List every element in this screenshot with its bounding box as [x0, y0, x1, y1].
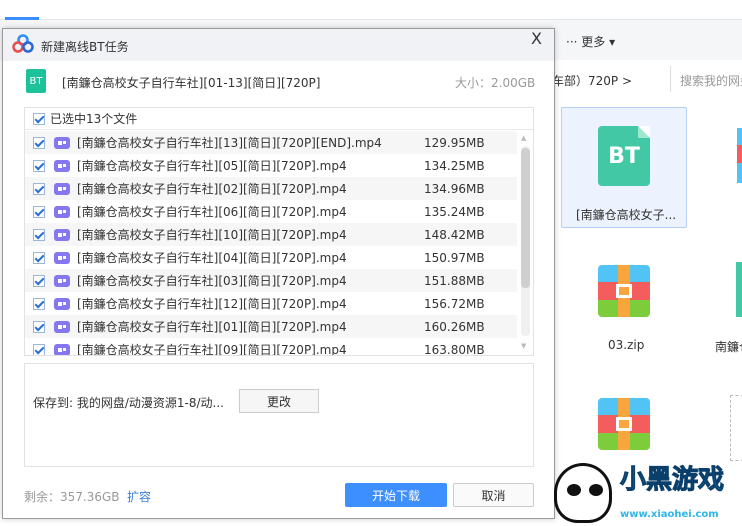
- file-size: 148.42MB: [424, 227, 485, 242]
- torrent-name: [南鐮仓高校女子自行车社][01-13][简日][720P]: [62, 76, 321, 90]
- selected-count: 已选中13个文件: [50, 112, 138, 126]
- file-rows: [南鐮仓高校女子自行车社][13][简日][720P][END].mp4 129…: [25, 131, 517, 356]
- file-checkbox[interactable]: [33, 182, 45, 195]
- file-size: 129.95MB: [424, 135, 485, 150]
- video-file-icon: [54, 251, 70, 264]
- video-file-icon: [54, 228, 70, 241]
- file-list: 已选中13个文件 [南鐮仓高校女子自行车社][13][简日][720P][END…: [24, 107, 534, 356]
- baidu-netdisk-logo-icon: [12, 34, 34, 53]
- file-row[interactable]: [南鐮仓高校女子自行车社][12][简日][720P].mp4 156.72MB: [25, 292, 517, 315]
- file-name: [南鐮仓高校女子...: [576, 208, 677, 222]
- bt-file-icon: BT: [598, 126, 650, 186]
- file-row[interactable]: [南鐮仓高校女子自行车社][09][简日][720P].mp4 163.80MB: [25, 338, 517, 356]
- zip-icon: [598, 265, 650, 317]
- file-checkbox[interactable]: [33, 320, 45, 333]
- video-file-icon: [54, 182, 70, 195]
- save-location-panel: 保存到: 我的网盘/动漫资源1-8/动... 更改: [24, 363, 534, 467]
- file-row[interactable]: [南鐮仓高校女子自行车社][06][简日][720P].mp4 135.24MB: [25, 200, 517, 223]
- file-name: [南鐮仓高校女子自行车社][05][简日][720P].mp4: [77, 159, 347, 173]
- divider: [670, 66, 671, 92]
- file-size: 135.24MB: [424, 204, 485, 219]
- dialog-titlebar: 新建离线BT任务 X: [3, 29, 554, 61]
- video-file-icon: [54, 297, 70, 310]
- file-row[interactable]: [南鐮仓高校女子自行车社][04][简日][720P].mp4 150.97MB: [25, 246, 517, 269]
- scrollbar[interactable]: ▲ ▼: [518, 130, 533, 355]
- file-name: [南鐮仓高校女子自行车社][06][简日][720P].mp4: [77, 205, 347, 219]
- select-all-row[interactable]: 已选中13个文件: [25, 108, 533, 130]
- video-file-icon: [54, 205, 70, 218]
- file-checkbox[interactable]: [33, 343, 45, 355]
- video-file-icon: [54, 320, 70, 333]
- file-name: [南鐮仓高校女子自行车社][13][简日][720P][END].mp4: [77, 136, 382, 150]
- video-file-icon: [54, 159, 70, 172]
- file-size: 134.96MB: [424, 181, 485, 196]
- upload-placeholder[interactable]: [730, 395, 742, 461]
- file-checkbox[interactable]: [33, 274, 45, 287]
- file-checkbox[interactable]: [33, 205, 45, 218]
- file-size: 134.25MB: [424, 158, 485, 173]
- file-size: 160.26MB: [424, 319, 485, 334]
- file-row[interactable]: [南鐮仓高校女子自行车社][02][简日][720P].mp4 134.96MB: [25, 177, 517, 200]
- file-name: 南鐮仓: [715, 340, 742, 354]
- file-row[interactable]: [南鐮仓高校女子自行车社][03][简日][720P].mp4 151.88MB: [25, 269, 517, 292]
- file-name: 03.zip: [608, 338, 645, 352]
- watermark-logo: 小黑游戏 www.xiaohei.com: [548, 455, 742, 526]
- file-checkbox[interactable]: [33, 228, 45, 241]
- file-size: 156.72MB: [424, 296, 485, 311]
- start-download-button[interactable]: 开始下载: [345, 483, 447, 507]
- file-tile[interactable]: [590, 393, 660, 463]
- zip-icon: [598, 398, 650, 450]
- bt-file-icon: [736, 262, 742, 317]
- video-file-icon: [54, 274, 70, 287]
- dialog-title: 新建离线BT任务: [41, 40, 129, 54]
- file-row[interactable]: [南鐮仓高校女子自行车社][13][简日][720P][END].mp4 129…: [25, 131, 517, 154]
- top-bar: [0, 0, 742, 20]
- file-tile[interactable]: 03.zip: [590, 260, 660, 360]
- expand-storage-link[interactable]: 扩容: [127, 488, 151, 505]
- file-checkbox[interactable]: [33, 251, 45, 264]
- file-name: [南鐮仓高校女子自行车社][02][简日][720P].mp4: [77, 182, 347, 196]
- file-checkbox[interactable]: [33, 159, 45, 172]
- file-name: [南鐮仓高校女子自行车社][01][简日][720P].mp4: [77, 320, 347, 334]
- file-row[interactable]: [南鐮仓高校女子自行车社][10][简日][720P].mp4 148.42MB: [25, 223, 517, 246]
- video-file-icon: [54, 343, 70, 355]
- bt-file-icon: BT: [26, 69, 46, 93]
- file-row[interactable]: [南鐮仓高校女子自行车社][05][简日][720P].mp4 134.25MB: [25, 154, 517, 177]
- panda-mascot-icon: [554, 463, 612, 523]
- scroll-thumb[interactable]: [521, 148, 530, 288]
- more-button[interactable]: ··· 更多 ▾: [566, 33, 615, 50]
- select-all-checkbox[interactable]: [33, 112, 45, 125]
- cancel-button[interactable]: 取消: [453, 483, 534, 507]
- save-path: 保存到: 我的网盘/动漫资源1-8/动...: [33, 396, 224, 410]
- file-name: [南鐮仓高校女子自行车社][12][简日][720P].mp4: [77, 297, 347, 311]
- file-checkbox[interactable]: [33, 136, 45, 149]
- video-file-icon: [54, 136, 70, 149]
- change-path-button[interactable]: 更改: [239, 389, 319, 413]
- torrent-size: 大小：2.00GB: [455, 76, 536, 90]
- file-size: 163.80MB: [424, 342, 485, 356]
- zip-icon-band: [737, 145, 742, 163]
- close-icon[interactable]: X: [531, 29, 542, 48]
- scroll-down-icon[interactable]: ▼: [521, 342, 526, 350]
- file-tile[interactable]: BT [南鐮仓高校女子...: [561, 107, 687, 228]
- file-name: [南鐮仓高校女子自行车社][03][简日][720P].mp4: [77, 274, 347, 288]
- file-checkbox[interactable]: [33, 297, 45, 310]
- search-input[interactable]: 搜索我的网盘: [680, 72, 742, 89]
- file-size: 151.88MB: [424, 273, 485, 288]
- remaining-space: 剩余：357.36GB: [24, 490, 120, 504]
- file-row[interactable]: [南鐮仓高校女子自行车社][01][简日][720P].mp4 160.26MB: [25, 315, 517, 338]
- file-name: [南鐮仓高校女子自行车社][10][简日][720P].mp4: [77, 228, 347, 242]
- file-name: [南鐮仓高校女子自行车社][09][简日][720P].mp4: [77, 343, 347, 356]
- bt-task-dialog: 新建离线BT任务 X BT [南鐮仓高校女子自行车社][01-13][简日][7…: [2, 28, 555, 519]
- file-size: 150.97MB: [424, 250, 485, 265]
- scroll-up-icon[interactable]: ▲: [521, 134, 526, 142]
- file-name: [南鐮仓高校女子自行车社][04][简日][720P].mp4: [77, 251, 347, 265]
